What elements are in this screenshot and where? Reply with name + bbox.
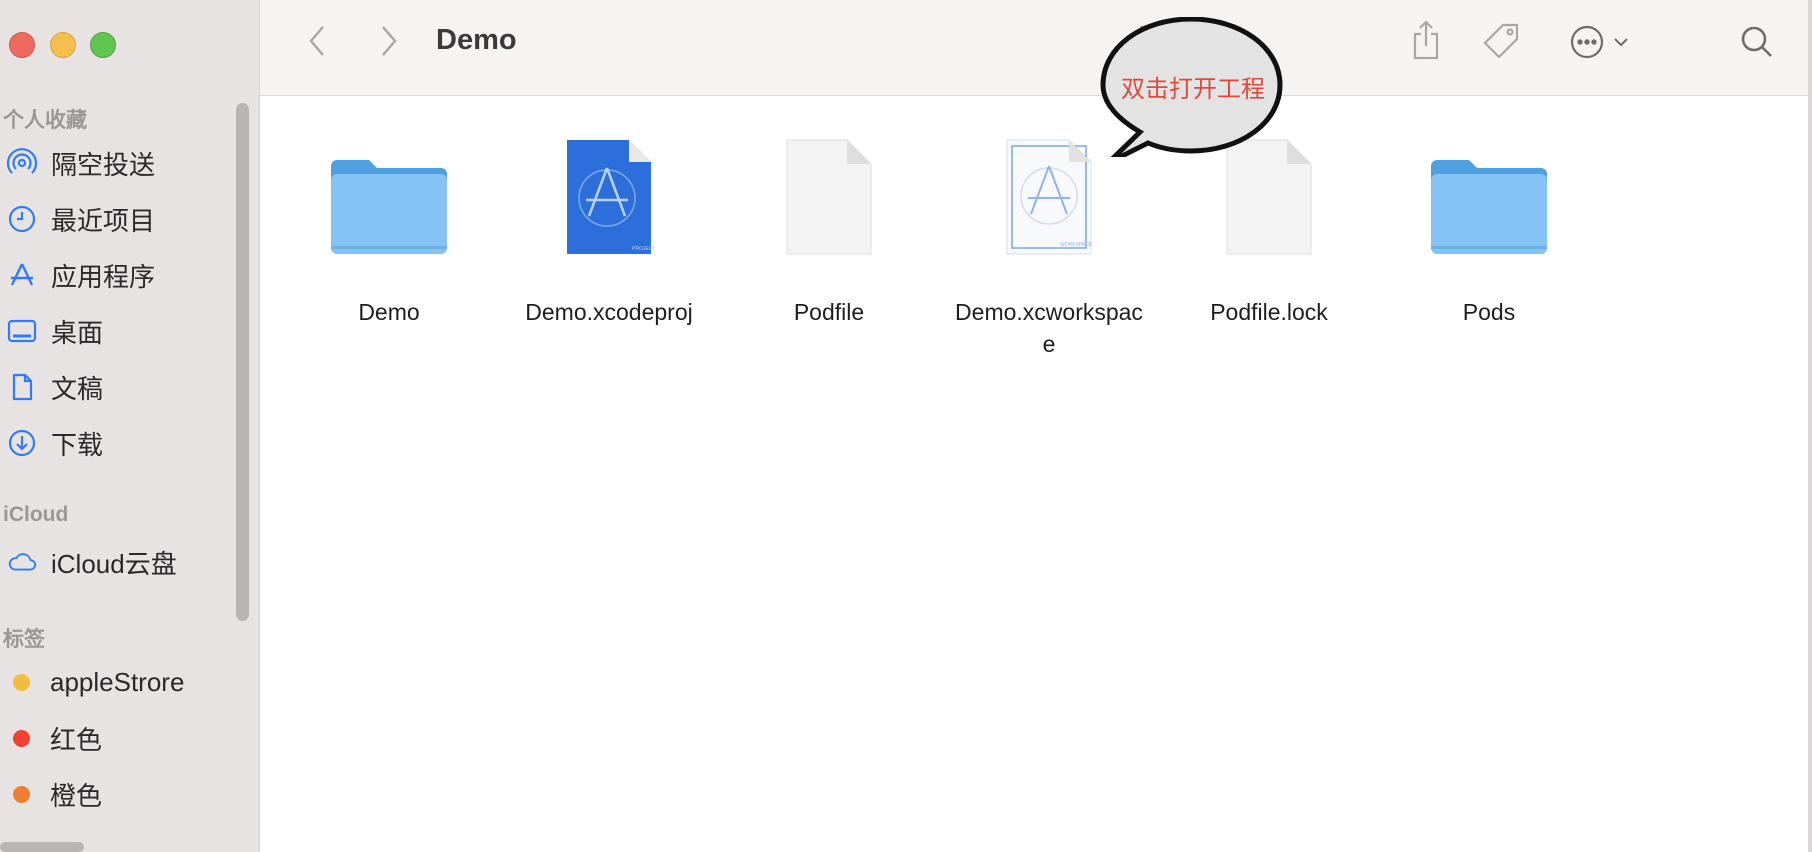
sidebar-item-label: 最近项目 <box>51 205 156 236</box>
file-item-xcodeproj[interactable]: PROJECT Demo.xcodeproj <box>509 126 709 366</box>
callout-text: 双击打开工程 <box>1121 76 1265 103</box>
sidebar-item-label: 隔空投送 <box>51 149 156 180</box>
sidebar-item-label: 下载 <box>51 429 104 460</box>
file-item-xcworkspace[interactable]: WORKSPACE Demo.xcworkspace <box>949 126 1149 396</box>
sidebar-item-recents[interactable]: 最近项目 <box>0 196 230 242</box>
clock-icon <box>7 204 37 234</box>
tag-button[interactable] <box>1480 22 1522 64</box>
share-icon <box>1411 19 1441 65</box>
document-file-icon <box>729 126 929 256</box>
tag-icon <box>1481 21 1521 66</box>
applications-icon <box>7 260 37 290</box>
share-button[interactable] <box>1408 19 1444 65</box>
zoom-window-button[interactable] <box>90 32 116 58</box>
folder-icon <box>1389 126 1589 256</box>
desktop-icon <box>7 316 37 346</box>
search-icon <box>1740 25 1774 64</box>
icloud-section-title: iCloud <box>3 503 69 526</box>
more-icon <box>1569 24 1605 65</box>
sidebar-item-label: 桌面 <box>51 317 104 348</box>
toolbar: Demo <box>260 0 1812 96</box>
file-item-demo-folder[interactable]: Demo <box>289 126 489 366</box>
file-name: Pods <box>1462 299 1516 325</box>
file-name: Podfile <box>793 299 865 325</box>
sidebar-item-label: appleStrore <box>50 666 185 697</box>
close-window-button[interactable] <box>9 32 35 58</box>
sidebar: 个人收藏 隔空投送 最近项目 应用程序 桌面 文稿 下载 iCloud iClo… <box>0 0 260 852</box>
forward-button[interactable] <box>372 25 406 61</box>
file-name: Demo.xcodeproj <box>525 299 693 325</box>
sidebar-tag-red[interactable]: 红色 <box>0 715 230 761</box>
chevron-down-icon <box>1613 35 1629 53</box>
file-item-podfile-lock[interactable]: Podfile.lock <box>1169 126 1369 366</box>
sidebar-item-label: 应用程序 <box>51 261 156 292</box>
forward-icon <box>379 24 399 63</box>
tag-color-dot <box>13 729 30 747</box>
back-button[interactable] <box>300 25 334 61</box>
favorites-section-title: 个人收藏 <box>3 109 87 132</box>
search-button[interactable] <box>1738 24 1776 64</box>
window-edge <box>1808 0 1812 852</box>
window-title: Demo <box>436 24 517 56</box>
sidebar-item-applications[interactable]: 应用程序 <box>0 252 230 298</box>
xcodeproj-icon: PROJECT <box>509 126 709 256</box>
more-actions-button[interactable] <box>1562 24 1636 64</box>
sidebar-item-label: iCloud云盘 <box>51 548 177 579</box>
sidebar-item-downloads[interactable]: 下载 <box>0 420 230 466</box>
download-icon <box>7 428 37 458</box>
sidebar-item-label: 橙色 <box>50 780 103 811</box>
sidebar-item-documents[interactable]: 文稿 <box>0 364 230 410</box>
sidebar-tag-orange[interactable]: 橙色 <box>0 771 230 817</box>
sidebar-item-desktop[interactable]: 桌面 <box>0 308 230 354</box>
file-name: Demo <box>358 299 420 325</box>
file-item-podfile[interactable]: Podfile <box>729 126 929 366</box>
file-item-pods-folder[interactable]: Pods <box>1389 126 1589 366</box>
sidebar-item-icloud-drive[interactable]: iCloud云盘 <box>0 539 230 585</box>
back-icon <box>307 24 327 63</box>
tags-section-title: 标签 <box>3 628 45 651</box>
sidebar-scrollbar[interactable] <box>236 103 249 621</box>
sidebar-item-label: 红色 <box>50 724 103 755</box>
svg-text:WORKSPACE: WORKSPACE <box>1060 242 1093 248</box>
file-name: Podfile.lock <box>1210 299 1328 325</box>
cloud-icon <box>7 547 37 577</box>
minimize-window-button[interactable] <box>50 32 76 58</box>
document-icon <box>7 372 37 402</box>
file-name: Demo.xcworkspace <box>955 299 1143 357</box>
sidebar-item-airdrop[interactable]: 隔空投送 <box>0 140 230 186</box>
tag-color-dot <box>13 673 30 691</box>
file-grid: Demo PROJECT Demo.xcodeproj Podfile WORK… <box>260 96 1808 852</box>
svg-text:PROJECT: PROJECT <box>632 246 654 252</box>
sidebar-tag-applestrore[interactable]: appleStrore <box>0 659 230 705</box>
tag-color-dot <box>13 785 30 803</box>
sidebar-horizontal-scrollbar[interactable] <box>0 842 84 852</box>
airdrop-icon <box>7 148 37 178</box>
folder-icon <box>289 126 489 256</box>
sidebar-item-label: 文稿 <box>51 373 104 404</box>
